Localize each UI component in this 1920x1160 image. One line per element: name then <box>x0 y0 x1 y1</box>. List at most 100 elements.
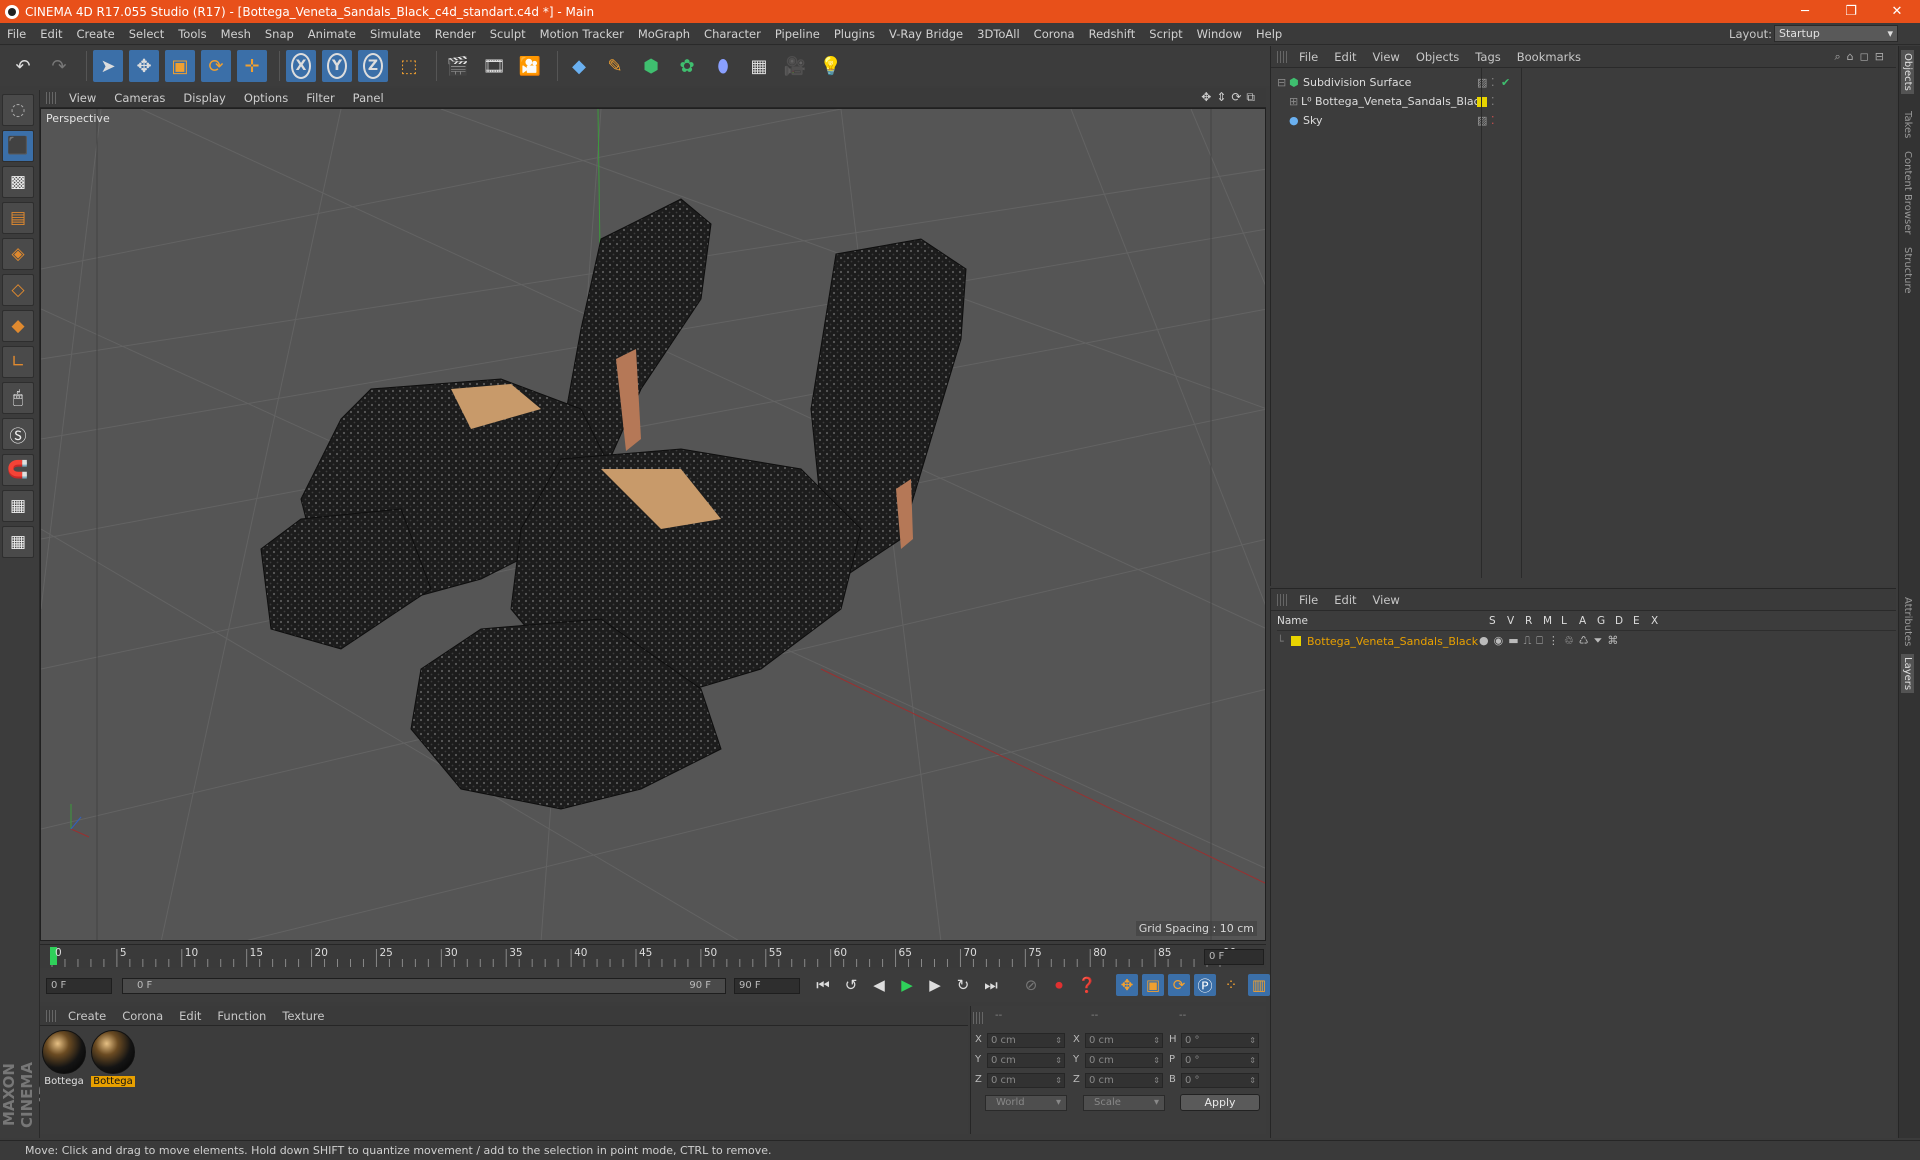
restore-icon[interactable]: ❐ <box>1828 4 1874 19</box>
model-mode-icon[interactable]: ⬛ <box>2 130 34 162</box>
size-x-field[interactable]: 0 cm <box>1085 1033 1163 1048</box>
menu-render[interactable]: Render <box>428 27 483 41</box>
polygons-mode-icon[interactable]: ◆ <box>2 310 34 342</box>
z-axis-lock-icon[interactable]: Z <box>358 50 388 82</box>
perspective-viewport[interactable]: Perspective Grid Spacing : 10 cm <box>40 108 1266 941</box>
play-forward-icon[interactable]: ▶ <box>896 974 918 996</box>
spline-pen-icon[interactable]: ✎ <box>600 50 630 82</box>
tree-collapse-icon[interactable]: ⊟ <box>1277 76 1289 89</box>
position-x-field[interactable]: 0 cm <box>987 1033 1065 1048</box>
workplane-mode-icon[interactable]: ▤ <box>2 202 34 234</box>
viewport-menu-filter[interactable]: Filter <box>297 91 343 105</box>
object-menu-objects[interactable]: Objects <box>1408 50 1467 64</box>
menu-redshift[interactable]: Redshift <box>1082 27 1143 41</box>
object-menu-tags[interactable]: Tags <box>1467 50 1508 64</box>
layer-name[interactable]: Bottega_Veneta_Sandals_Black <box>1307 635 1479 648</box>
render-picture-viewer-icon[interactable]: 🎞 <box>479 50 509 82</box>
menu-file[interactable]: File <box>0 27 33 41</box>
viewport-menu-display[interactable]: Display <box>174 91 234 105</box>
material-menu-texture[interactable]: Texture <box>274 1009 332 1023</box>
layer-flag-icons[interactable]: ●◉▬⎍⎕⋮♲♺⏷⌘ <box>1479 634 1623 648</box>
previous-key-icon[interactable]: ↺ <box>840 974 862 996</box>
rotation-b-field[interactable]: 0 ° <box>1181 1073 1259 1088</box>
enabled-check-icon[interactable]: ✔ <box>1501 76 1510 89</box>
subdivision-generator-icon[interactable]: ⬢ <box>636 50 666 82</box>
tab-structure[interactable]: Structure <box>1901 244 1914 297</box>
layer-color-swatch[interactable] <box>1477 96 1487 107</box>
light-bulb-icon[interactable]: 💡 <box>816 50 846 82</box>
redo-icon[interactable]: ↷ <box>44 50 74 82</box>
menu-3dtoall[interactable]: 3DToAll <box>970 27 1027 41</box>
move-tool-icon[interactable]: ✥ <box>129 50 159 82</box>
object-menu-edit[interactable]: Edit <box>1326 50 1364 64</box>
cloner-mograph-icon[interactable]: ✿ <box>672 50 702 82</box>
edges-mode-icon[interactable]: ◇ <box>2 274 34 306</box>
layer-menu-edit[interactable]: Edit <box>1326 593 1364 607</box>
visibility-dots-icon[interactable]: ⁚ <box>1491 76 1501 89</box>
live-selection-icon[interactable]: ➤ <box>93 50 123 82</box>
go-to-start-icon[interactable]: ⏮ <box>812 974 834 996</box>
menu-help[interactable]: Help <box>1249 27 1289 41</box>
coordinate-space-select[interactable]: World <box>985 1095 1067 1111</box>
tweak-mode-icon[interactable]: 🖱 <box>2 382 34 414</box>
material-menu-function[interactable]: Function <box>209 1009 274 1023</box>
render-settings-icon[interactable]: 🎦 <box>515 50 545 82</box>
end-frame-field[interactable]: 90 F <box>734 978 800 994</box>
previous-frame-icon[interactable]: ◀ <box>868 974 890 996</box>
size-y-field[interactable]: 0 cm <box>1085 1053 1163 1068</box>
viewport-menu-panel[interactable]: Panel <box>344 91 393 105</box>
menu-animate[interactable]: Animate <box>301 27 363 41</box>
viewport-menu-cameras[interactable]: Cameras <box>105 91 174 105</box>
tab-content-browser[interactable]: Content Browser <box>1901 148 1914 237</box>
size-z-field[interactable]: 0 cm <box>1085 1073 1163 1088</box>
material-swatch-selected[interactable]: Bottega <box>91 1030 135 1087</box>
menu-select[interactable]: Select <box>122 27 171 41</box>
panel-grip-icon[interactable] <box>46 91 56 104</box>
minimize-icon[interactable]: ─ <box>1782 4 1828 19</box>
rotate-tool-icon[interactable]: ⟳ <box>201 50 231 82</box>
menu-character[interactable]: Character <box>697 27 768 41</box>
panel-grip-icon[interactable] <box>1277 50 1287 63</box>
object-menu-bookmarks[interactable]: Bookmarks <box>1509 50 1589 64</box>
frame-range-slider[interactable]: 0 F 90 F <box>122 978 726 994</box>
menu-plugins[interactable]: Plugins <box>827 27 882 41</box>
object-menu-file[interactable]: File <box>1291 50 1326 64</box>
next-frame-icon[interactable]: ▶ <box>924 974 946 996</box>
tab-objects[interactable]: Objects <box>1901 50 1914 94</box>
visibility-dots-icon[interactable]: ⁚ <box>1491 114 1501 127</box>
object-row[interactable]: ⊟ ⬢ Subdivision Surface ▨ ⁚ ✔ <box>1277 74 1920 91</box>
layout-select[interactable]: Startup <box>1774 25 1898 42</box>
timeline-window-icon[interactable]: ▥ <box>1248 974 1270 996</box>
layer-row[interactable]: └ Bottega_Veneta_Sandals_Black ●◉▬⎍⎕⋮♲♺⏷… <box>1277 633 1623 649</box>
cube-primitive-icon[interactable]: ◆ <box>564 50 594 82</box>
timeline-ruler[interactable]: 051015202530354045505560657075808590 0 F <box>40 944 1266 968</box>
layer-toggle-icon[interactable]: ▨ <box>1477 76 1491 89</box>
locked-workplane-icon[interactable]: ▦ <box>2 490 34 522</box>
menu-pipeline[interactable]: Pipeline <box>768 27 827 41</box>
viewport-menu-view[interactable]: View <box>60 91 105 105</box>
material-menu-corona[interactable]: Corona <box>114 1009 171 1023</box>
tab-attributes[interactable]: Attributes <box>1901 594 1914 649</box>
tree-expand-icon[interactable]: ⊞ <box>1289 95 1301 108</box>
material-menu-create[interactable]: Create <box>60 1009 114 1023</box>
object-menu-view[interactable]: View <box>1365 50 1408 64</box>
rotation-h-field[interactable]: 0 ° <box>1181 1033 1259 1048</box>
record-keys-icon[interactable]: ⊘ <box>1020 974 1042 996</box>
keyframe-selection-icon[interactable]: ❓ <box>1076 974 1098 996</box>
y-axis-lock-icon[interactable]: Y <box>322 50 352 82</box>
panel-grip-icon[interactable] <box>973 1012 983 1024</box>
object-row[interactable]: ● Sky ▨ ⁚ <box>1277 112 1920 129</box>
menu-corona[interactable]: Corona <box>1027 27 1082 41</box>
material-menu-edit[interactable]: Edit <box>171 1009 209 1023</box>
go-to-end-icon[interactable]: ⏭ <box>980 974 1002 996</box>
menu-snap[interactable]: Snap <box>258 27 301 41</box>
coordinate-system-icon[interactable]: ⬚ <box>394 50 424 82</box>
texture-mode-icon[interactable]: ▩ <box>2 166 34 198</box>
key-scale-icon[interactable]: ▣ <box>1142 974 1164 996</box>
camera-icon[interactable]: 🎥 <box>780 50 810 82</box>
material-swatch[interactable]: Bottega <box>42 1030 86 1087</box>
object-manager-tool-icons[interactable]: ⌕⌂◻⊟ <box>1835 50 1891 64</box>
menu-motion-tracker[interactable]: Motion Tracker <box>533 27 631 41</box>
visibility-dots-icon[interactable]: ⁚ <box>1491 95 1501 108</box>
menu-simulate[interactable]: Simulate <box>363 27 428 41</box>
